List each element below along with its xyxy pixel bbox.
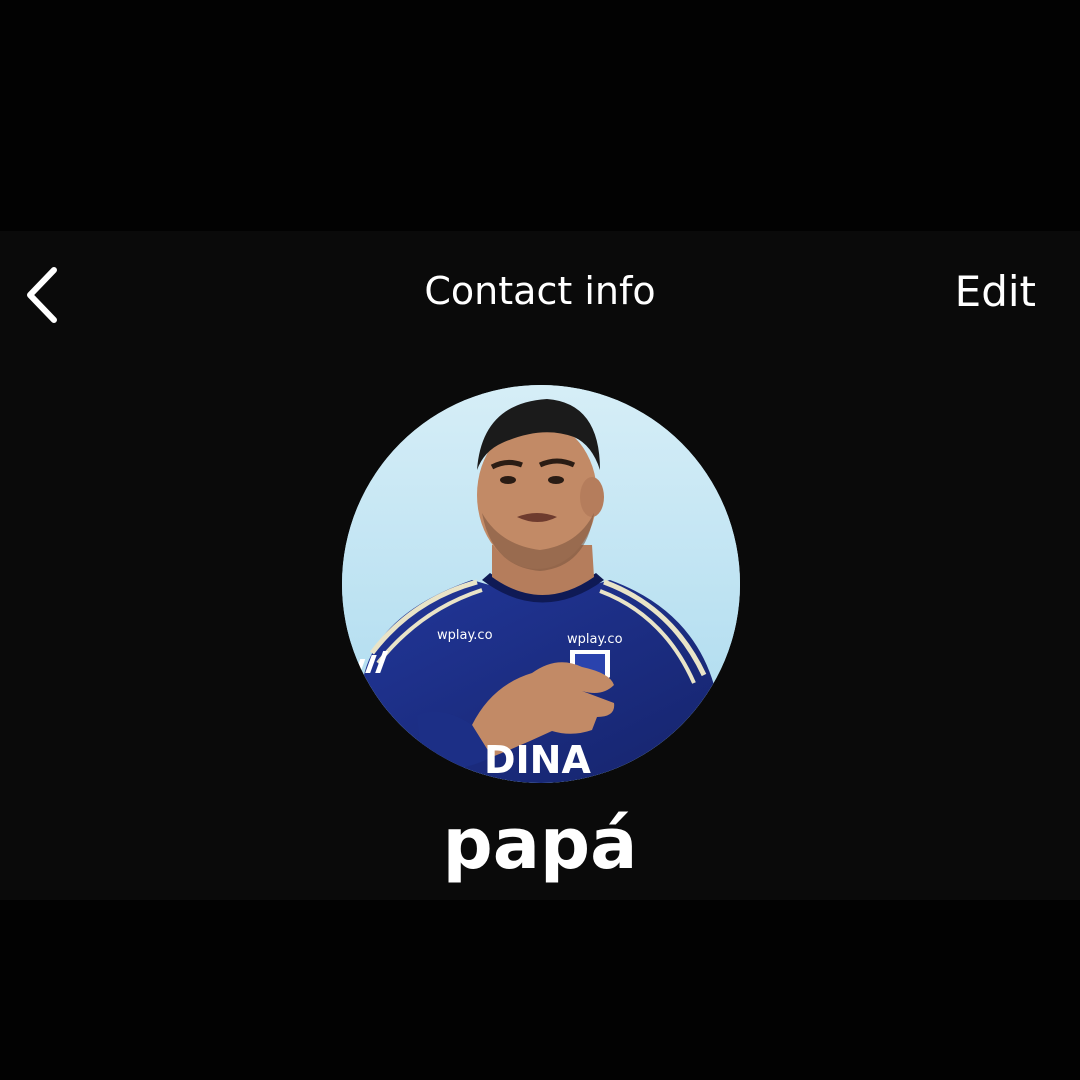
contact-info-screen: Contact info Edit wplay.co wplay.co DINA… [0, 0, 1080, 1080]
chevron-left-icon [27, 267, 57, 323]
jersey-sponsor-left: wplay.co [437, 628, 493, 643]
navigation-bar: Contact info Edit [0, 231, 1080, 361]
avatar[interactable]: wplay.co wplay.co DINA [342, 385, 740, 783]
back-button[interactable] [14, 263, 70, 327]
jersey-lettering: DINA [484, 738, 591, 782]
contact-info-panel: Contact info Edit wplay.co wplay.co DINA… [0, 231, 1080, 900]
edit-button[interactable]: Edit [955, 267, 1036, 316]
jersey-sponsor-right: wplay.co [567, 632, 623, 647]
profile-photo: wplay.co wplay.co DINA [342, 385, 740, 783]
page-title: Contact info [424, 269, 656, 313]
contact-name: papá [442, 803, 638, 885]
